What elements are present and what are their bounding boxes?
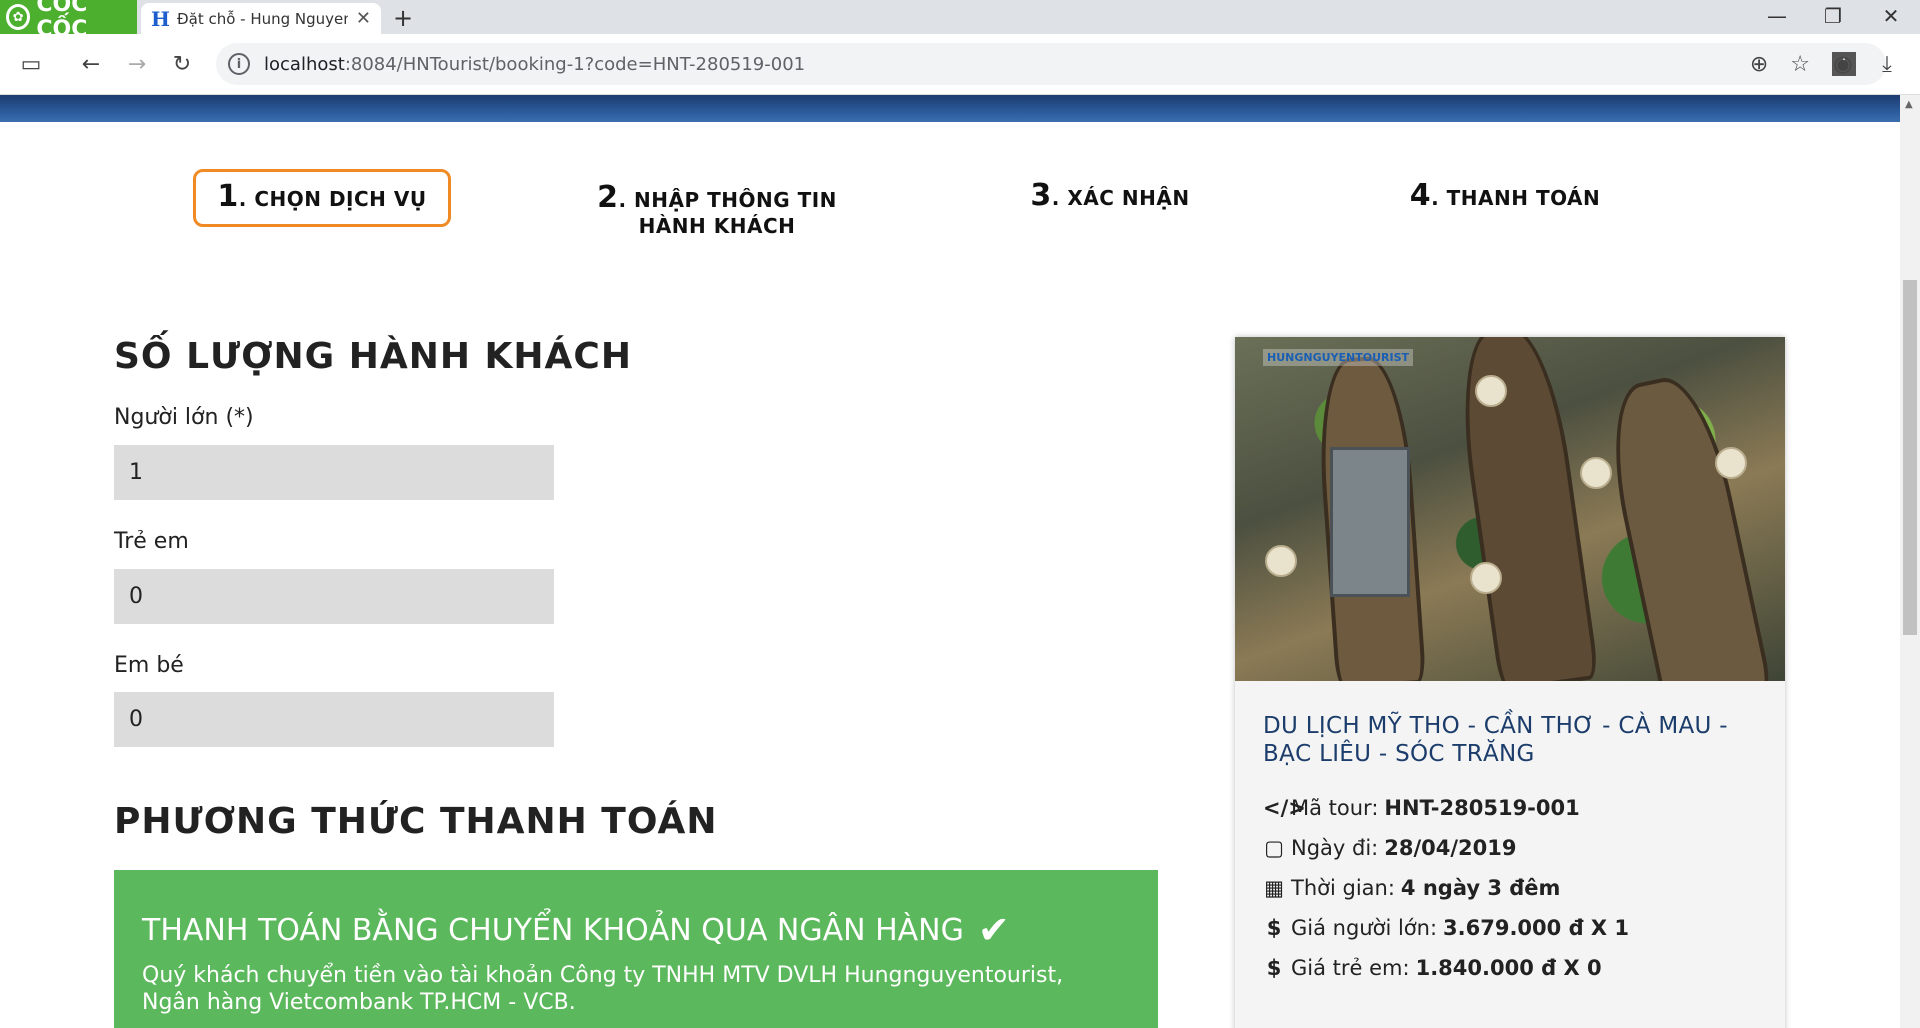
step-label: . CHỌN DỊCH VỤ bbox=[238, 187, 427, 211]
tab-title: Đặt chỗ - Hung Nguyen T bbox=[177, 9, 348, 28]
code-icon: </> bbox=[1263, 796, 1306, 820]
close-tab-icon[interactable]: ✕ bbox=[356, 8, 371, 29]
adult-price-label: Giá người lớn: bbox=[1291, 916, 1438, 940]
page-scrollbar[interactable]: ▲ bbox=[1900, 95, 1920, 1028]
step-label: . NHẬP THÔNG TIN bbox=[618, 188, 837, 212]
zoom-icon[interactable]: ⊕ bbox=[1750, 52, 1768, 77]
tour-code-value: HNT-280519-001 bbox=[1384, 796, 1580, 820]
payment-method-title: PHƯƠNG THỨC THANH TOÁN bbox=[114, 801, 718, 842]
step-number: 3 bbox=[1030, 178, 1052, 213]
tour-summary-card: HUNGNGUYENTOURIST DU LỊCH MỸ THO - CẦN T… bbox=[1235, 337, 1785, 1028]
profile-icon[interactable]: ◉ bbox=[1830, 51, 1856, 77]
tour-code-row: </> Mã tour: HNT-280519-001 bbox=[1263, 796, 1763, 820]
tour-image: HUNGNGUYENTOURIST bbox=[1235, 337, 1785, 681]
site-info-icon[interactable]: i bbox=[228, 53, 250, 75]
departure-date-row: ▢ Ngày đi: 28/04/2019 bbox=[1263, 836, 1763, 860]
hat-shape bbox=[1580, 457, 1612, 489]
duration-label: Thời gian: bbox=[1291, 876, 1395, 900]
bookmark-star-icon[interactable]: ☆ bbox=[1790, 52, 1810, 77]
coccoc-logo-icon: ✿ bbox=[6, 4, 31, 30]
site-favicon-icon: H bbox=[151, 6, 170, 31]
sidebar-toggle-icon[interactable]: ▭ bbox=[18, 51, 44, 77]
step-label: . THANH TOÁN bbox=[1431, 186, 1601, 210]
hero-banner bbox=[0, 95, 1900, 122]
tour-name[interactable]: DU LỊCH MỸ THO - CẦN THƠ - CÀ MAU - BẠC … bbox=[1263, 712, 1763, 768]
passenger-count-title: SỐ LƯỢNG HÀNH KHÁCH bbox=[114, 336, 632, 377]
calendar-icon: ▢ bbox=[1264, 836, 1284, 860]
address-bar[interactable]: i localhost :8084/HNTourist/booking-1?co… bbox=[216, 43, 1886, 85]
boat-shape bbox=[1450, 337, 1600, 681]
browser-brand[interactable]: ✿ CỐC CỐC bbox=[0, 0, 137, 42]
scroll-up-icon[interactable]: ▲ bbox=[1905, 99, 1913, 110]
bank-transfer-title: THANH TOÁN BẰNG CHUYỂN KHOẢN QUA NGÂN HÀ… bbox=[142, 912, 964, 948]
infant-label: Em bé bbox=[114, 653, 184, 678]
browser-toolbar: ▭ ← → ↻ i localhost :8084/HNTourist/book… bbox=[0, 34, 1920, 95]
hat-shape bbox=[1475, 375, 1507, 407]
step-label-line2: HÀNH KHÁCH bbox=[638, 214, 796, 238]
browser-titlebar: ✿ CỐC CỐC H Đặt chỗ - Hung Nguyen T ✕ + … bbox=[0, 0, 1920, 42]
child-price-label: Giá trẻ em: bbox=[1291, 956, 1410, 980]
adult-price-value: 3.679.000 đ X 1 bbox=[1443, 916, 1630, 940]
step-payment[interactable]: 4. THANH TOÁN bbox=[1395, 181, 1615, 211]
adult-price-row: $ Giá người lớn: 3.679.000 đ X 1 bbox=[1263, 916, 1763, 940]
step-number: 4 bbox=[1409, 178, 1432, 213]
duration-value: 4 ngày 3 đêm bbox=[1400, 876, 1561, 900]
tour-details: DU LỊCH MỸ THO - CẦN THƠ - CÀ MAU - BẠC … bbox=[1263, 712, 1763, 980]
bank-transfer-heading: THANH TOÁN BẰNG CHUYỂN KHOẢN QUA NGÂN HÀ… bbox=[142, 908, 1130, 952]
bank-transfer-description: Quý khách chuyển tiền vào tài khoản Công… bbox=[142, 963, 1064, 1015]
boat-roof-shape bbox=[1330, 447, 1410, 597]
adult-label: Người lớn (*) bbox=[114, 405, 254, 430]
step-confirm[interactable]: 3. XÁC NHẬN bbox=[1005, 181, 1215, 211]
url-host: localhost bbox=[264, 53, 345, 75]
step-number: 2 bbox=[597, 180, 619, 215]
calendar-grid-icon: ▦ bbox=[1264, 876, 1284, 900]
back-icon[interactable]: ← bbox=[78, 51, 104, 77]
url-path: :8084/HNTourist/booking-1?code=HNT-28051… bbox=[344, 53, 806, 75]
browser-tab[interactable]: H Đặt chỗ - Hung Nguyen T ✕ bbox=[141, 3, 381, 34]
step-passenger-info[interactable]: 2. NHẬP THÔNG TIN HÀNH KHÁCH bbox=[575, 183, 859, 239]
minimize-icon[interactable]: — bbox=[1762, 4, 1792, 28]
departure-date-label: Ngày đi: bbox=[1291, 836, 1379, 860]
child-label: Trẻ em bbox=[114, 529, 189, 554]
boat-shape bbox=[1596, 369, 1774, 681]
dollar-icon: $ bbox=[1266, 916, 1282, 940]
step-label: . XÁC NHẬN bbox=[1051, 186, 1190, 210]
child-count-input[interactable] bbox=[114, 569, 554, 624]
dollar-icon: $ bbox=[1266, 956, 1282, 980]
booking-steps: 1. CHỌN DỊCH VỤ 2. NHẬP THÔNG TIN HÀNH K… bbox=[0, 165, 1900, 245]
scrollbar-thumb[interactable] bbox=[1903, 280, 1917, 635]
check-icon: ✔ bbox=[977, 908, 1010, 952]
departure-date-value: 28/04/2019 bbox=[1384, 836, 1517, 860]
new-tab-icon[interactable]: + bbox=[393, 4, 413, 32]
image-watermark-logo: HUNGNGUYENTOURIST bbox=[1263, 349, 1414, 366]
window-close-icon[interactable]: ✕ bbox=[1876, 4, 1906, 28]
hat-shape bbox=[1715, 447, 1747, 479]
adult-count-input[interactable] bbox=[114, 445, 554, 500]
child-price-row: $ Giá trẻ em: 1.840.000 đ X 0 bbox=[1263, 956, 1763, 980]
step-choose-service[interactable]: 1. CHỌN DỊCH VỤ bbox=[193, 169, 451, 227]
tour-code-label: Mã tour: bbox=[1291, 796, 1379, 820]
restore-icon[interactable]: ❐ bbox=[1818, 4, 1848, 28]
duration-row: ▦ Thời gian: 4 ngày 3 đêm bbox=[1263, 876, 1763, 900]
hat-shape bbox=[1265, 545, 1297, 577]
child-price-value: 1.840.000 đ X 0 bbox=[1415, 956, 1602, 980]
infant-count-input[interactable] bbox=[114, 692, 554, 747]
hat-shape bbox=[1470, 562, 1502, 594]
downloads-icon[interactable]: ⤓ bbox=[1874, 51, 1900, 77]
step-number: 1 bbox=[217, 179, 239, 214]
forward-icon[interactable]: → bbox=[124, 51, 150, 77]
reload-icon[interactable]: ↻ bbox=[169, 51, 195, 77]
bank-transfer-option[interactable]: THANH TOÁN BẰNG CHUYỂN KHOẢN QUA NGÂN HÀ… bbox=[114, 870, 1158, 1028]
